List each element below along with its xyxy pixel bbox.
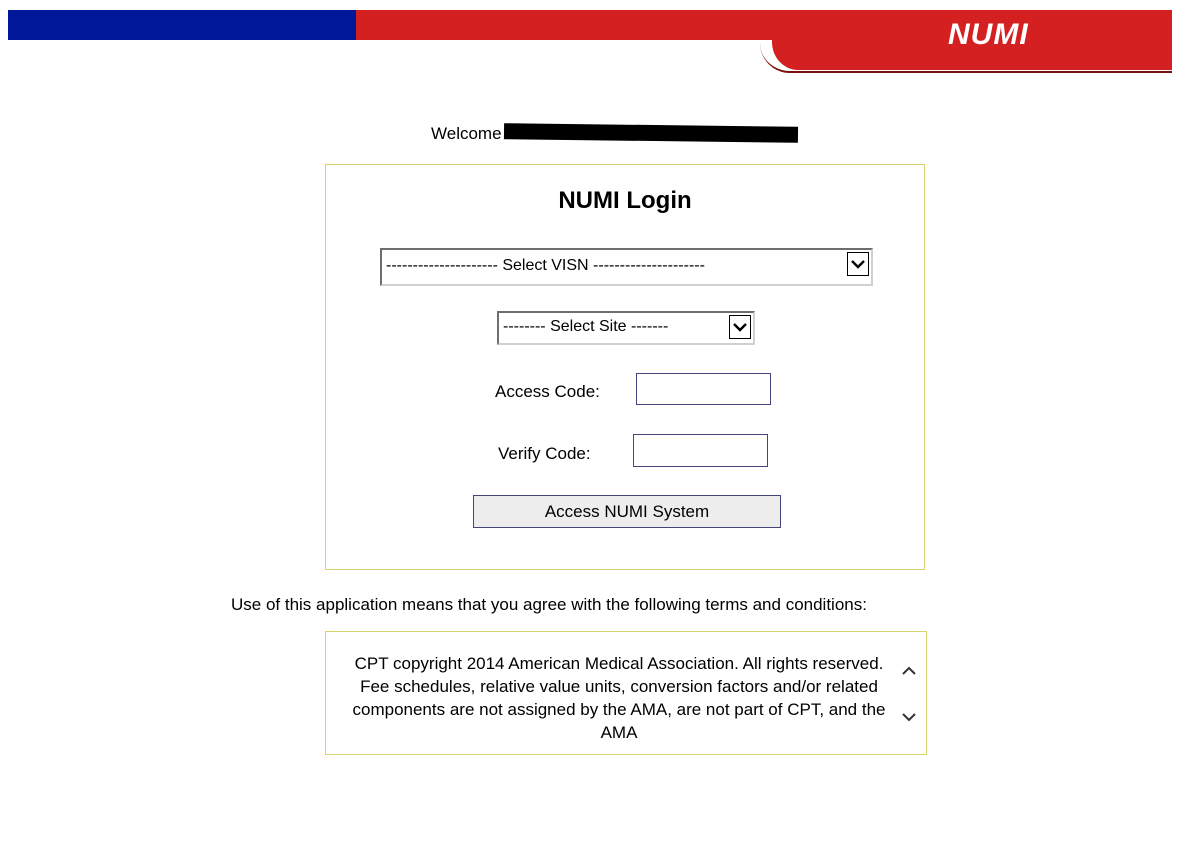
scroll-up-icon[interactable]: [900, 662, 918, 680]
visn-select-value: --------------------- Select VISN ------…: [386, 257, 705, 274]
visn-select[interactable]: --------------------- Select VISN ------…: [380, 248, 873, 286]
access-numi-system-button[interactable]: Access NUMI System: [473, 495, 781, 528]
site-select[interactable]: -------- Select Site -------: [497, 311, 755, 345]
verify-code-label: Verify Code:: [498, 444, 591, 463]
login-panel: NUMI Login --------------------- Select …: [325, 164, 925, 570]
redacted-username: [503, 123, 798, 143]
numi-logo: NUMI: [948, 18, 1029, 51]
header-banner-red: [356, 10, 1172, 40]
numi-login-page: NUMI Welcome NUMI Login ----------------…: [0, 0, 1180, 842]
access-code-input[interactable]: [636, 373, 771, 405]
scroll-down-icon[interactable]: [900, 708, 918, 726]
access-code-label: Access Code:: [495, 382, 600, 401]
welcome-label: Welcome: [431, 124, 502, 143]
verify-code-input[interactable]: [633, 434, 768, 467]
site-select-value: -------- Select Site -------: [503, 318, 669, 335]
terms-intro: Use of this application means that you a…: [231, 595, 867, 614]
welcome-message: Welcome: [431, 123, 798, 144]
terms-textarea[interactable]: CPT copyright 2014 American Medical Asso…: [325, 631, 927, 755]
chevron-down-icon[interactable]: [847, 252, 869, 276]
login-title: NUMI Login: [558, 187, 692, 214]
chevron-down-icon[interactable]: [729, 315, 751, 339]
header-banner-blue: [8, 10, 358, 40]
terms-text: CPT copyright 2014 American Medical Asso…: [352, 654, 886, 742]
